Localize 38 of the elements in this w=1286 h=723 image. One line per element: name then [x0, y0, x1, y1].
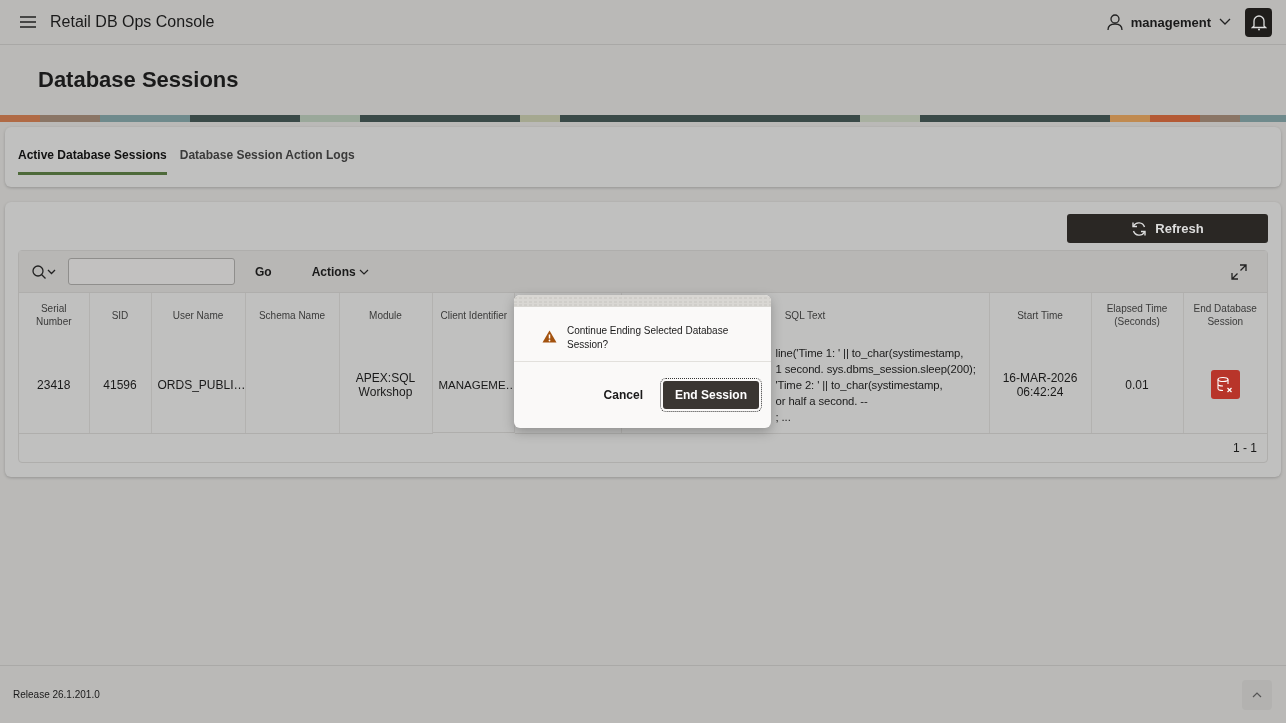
- chevron-down-icon: [1219, 18, 1231, 26]
- actions-menu[interactable]: Actions: [305, 263, 375, 280]
- release-text: Release 26.1.201.0: [13, 689, 100, 700]
- warning-icon: [542, 330, 557, 343]
- table-cell: 23418: [19, 337, 89, 433]
- table-cell: ORDS_PUBLI…: [151, 337, 245, 433]
- column-header[interactable]: Module: [339, 293, 432, 337]
- column-header[interactable]: SID: [89, 293, 151, 337]
- confirm-button[interactable]: End Session: [662, 381, 759, 409]
- pagination-text: 1 - 1: [1233, 440, 1257, 455]
- database-delete-icon: [1216, 375, 1235, 394]
- tab[interactable]: Active Database Sessions: [18, 148, 167, 175]
- go-button[interactable]: Go: [249, 263, 278, 280]
- user-icon: [1106, 13, 1123, 31]
- column-header[interactable]: User Name: [151, 293, 245, 337]
- table-cell: 16-MAR-2026 06:42:24: [989, 337, 1091, 433]
- column-header[interactable]: Serial Number: [19, 293, 89, 337]
- column-header[interactable]: Schema Name: [245, 293, 339, 337]
- app-title: Retail DB Ops Console: [50, 13, 215, 31]
- column-header[interactable]: Start Time: [989, 293, 1091, 337]
- column-header[interactable]: Elapsed Time (Seconds): [1091, 293, 1183, 337]
- tab[interactable]: Database Session Action Logs: [179, 148, 355, 175]
- column-header[interactable]: End Database Session: [1183, 293, 1267, 337]
- bell-icon: [1250, 13, 1267, 31]
- table-cell: 0.01: [1091, 337, 1183, 433]
- page-title: Database Sessions: [38, 67, 239, 93]
- menu-icon[interactable]: [19, 15, 37, 29]
- chevron-down-icon: [358, 268, 369, 275]
- refresh-button[interactable]: Refresh: [1067, 214, 1268, 243]
- refresh-icon: [1131, 220, 1148, 237]
- end-session-button[interactable]: [1210, 370, 1240, 400]
- user-menu[interactable]: management: [1106, 13, 1231, 31]
- chevron-up-icon: [1252, 691, 1262, 698]
- table-cell: APEX:SQL Workshop: [339, 337, 432, 433]
- expand-icon[interactable]: [1231, 263, 1247, 280]
- notifications-button[interactable]: [1245, 7, 1272, 37]
- search-field[interactable]: [68, 258, 235, 285]
- table-cell: 41596: [89, 337, 151, 433]
